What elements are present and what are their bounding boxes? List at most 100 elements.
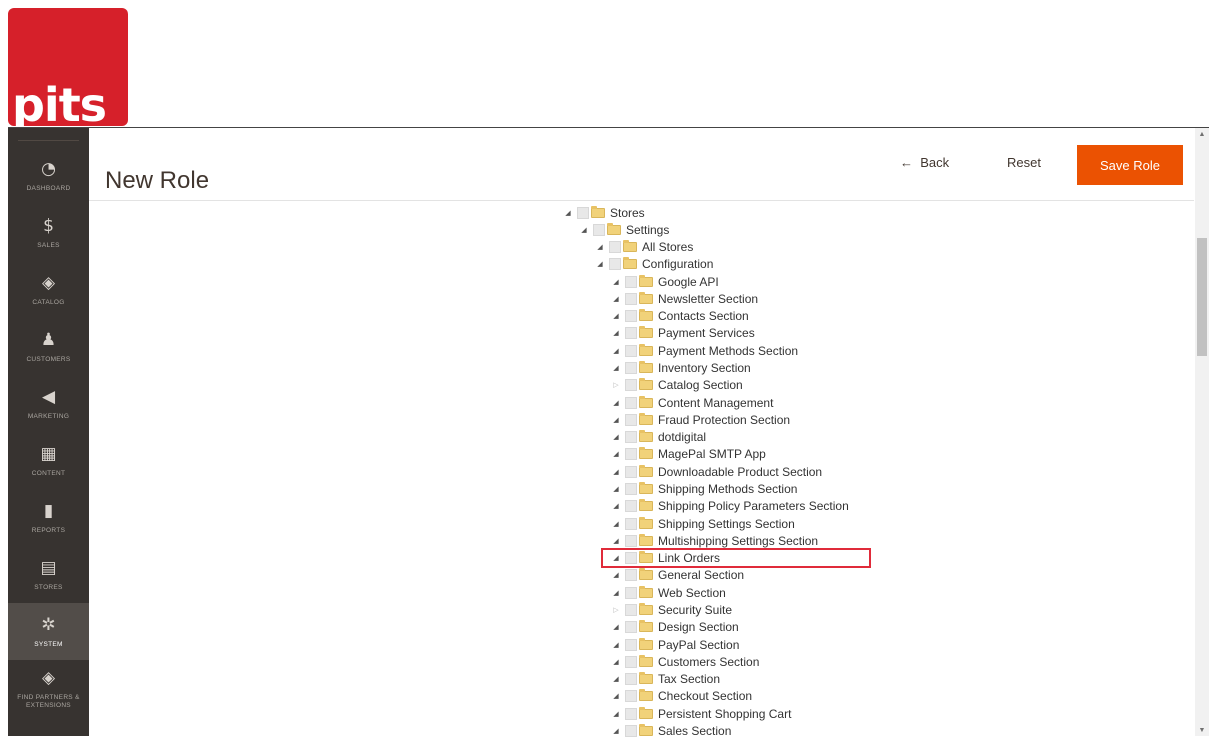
scroll-thumb[interactable] xyxy=(1197,238,1207,356)
sidebar-item-catalog[interactable]: ◈ Catalog xyxy=(8,261,89,318)
expanded-arrow-icon[interactable]: ◢ xyxy=(610,329,622,337)
tree-node-label[interactable]: Content Management xyxy=(658,396,773,410)
tree-checkbox[interactable] xyxy=(609,241,621,254)
expanded-arrow-icon[interactable]: ◢ xyxy=(610,312,622,320)
expanded-arrow-icon[interactable]: ◢ xyxy=(610,675,622,683)
tree-node-label[interactable]: Tax Section xyxy=(658,672,720,686)
tree-checkbox[interactable] xyxy=(593,223,605,236)
expanded-arrow-icon[interactable]: ◢ xyxy=(610,710,622,718)
expanded-arrow-icon[interactable]: ◢ xyxy=(610,502,622,510)
tree-checkbox[interactable] xyxy=(625,586,637,599)
expanded-arrow-icon[interactable]: ◢ xyxy=(562,209,574,217)
tree-node-label[interactable]: Shipping Methods Section xyxy=(658,482,797,496)
tree-checkbox[interactable] xyxy=(625,310,637,323)
tree-checkbox[interactable] xyxy=(625,431,637,444)
sidebar-item-system[interactable]: ✲ System xyxy=(8,603,89,660)
tree-node-label[interactable]: Contacts Section xyxy=(658,309,749,323)
tree-node-label[interactable]: General Section xyxy=(658,568,744,582)
expanded-arrow-icon[interactable]: ◢ xyxy=(610,485,622,493)
tree-checkbox[interactable] xyxy=(625,534,637,547)
tree-checkbox[interactable] xyxy=(625,517,637,530)
tree-node-label[interactable]: Settings xyxy=(626,223,669,237)
expanded-arrow-icon[interactable]: ◢ xyxy=(610,571,622,579)
tree-checkbox[interactable] xyxy=(625,707,637,720)
expanded-arrow-icon[interactable]: ◢ xyxy=(610,450,622,458)
tree-checkbox[interactable] xyxy=(625,465,637,478)
tree-checkbox[interactable] xyxy=(625,500,637,513)
tree-checkbox[interactable] xyxy=(609,258,621,271)
tree-node-label[interactable]: Catalog Section xyxy=(658,378,743,392)
tree-node-label[interactable]: Security Suite xyxy=(658,603,732,617)
tree-node-label[interactable]: Google API xyxy=(658,275,719,289)
tree-checkbox[interactable] xyxy=(625,621,637,634)
tree-node-label[interactable]: Customers Section xyxy=(658,655,759,669)
tree-node-label[interactable]: Inventory Section xyxy=(658,361,751,375)
expanded-arrow-icon[interactable]: ◢ xyxy=(610,641,622,649)
expanded-arrow-icon[interactable]: ◢ xyxy=(610,537,622,545)
sidebar-item-marketing[interactable]: ◀ Marketing xyxy=(8,375,89,432)
tree-node-label[interactable]: Design Section xyxy=(658,620,739,634)
tree-node-label[interactable]: PayPal Section xyxy=(658,638,739,652)
expanded-arrow-icon[interactable]: ◢ xyxy=(610,468,622,476)
tree-checkbox[interactable] xyxy=(625,448,637,461)
tree-node-label[interactable]: Shipping Policy Parameters Section xyxy=(658,499,849,513)
tree-node-label[interactable]: Stores xyxy=(610,206,645,220)
tree-checkbox[interactable] xyxy=(625,638,637,651)
tree-checkbox[interactable] xyxy=(625,292,637,305)
tree-checkbox[interactable] xyxy=(625,344,637,357)
tree-checkbox[interactable] xyxy=(625,379,637,392)
tree-node-label[interactable]: Persistent Shopping Cart xyxy=(658,707,791,721)
tree-checkbox[interactable] xyxy=(625,482,637,495)
expanded-arrow-icon[interactable]: ◢ xyxy=(610,416,622,424)
tree-checkbox[interactable] xyxy=(577,206,589,219)
tree-checkbox[interactable] xyxy=(625,396,637,409)
sidebar-item-content[interactable]: ▦ Content xyxy=(8,432,89,489)
scroll-down-arrow-icon[interactable]: ▼ xyxy=(1195,724,1209,736)
expanded-arrow-icon[interactable]: ◢ xyxy=(610,364,622,372)
page-scrollbar[interactable]: ▲ ▼ xyxy=(1195,128,1209,736)
expanded-arrow-icon[interactable]: ◢ xyxy=(610,727,622,735)
tree-node-label[interactable]: Payment Methods Section xyxy=(658,344,798,358)
tree-node-label[interactable]: Shipping Settings Section xyxy=(658,517,795,531)
expanded-arrow-icon[interactable]: ◢ xyxy=(594,243,606,251)
sidebar-item-customers[interactable]: ♟ Customers xyxy=(8,318,89,375)
tree-node-label[interactable]: Checkout Section xyxy=(658,689,752,703)
expanded-arrow-icon[interactable]: ◢ xyxy=(610,658,622,666)
expanded-arrow-icon[interactable]: ◢ xyxy=(610,692,622,700)
expanded-arrow-icon[interactable]: ◢ xyxy=(578,226,590,234)
expanded-arrow-icon[interactable]: ◢ xyxy=(610,623,622,631)
reset-button[interactable]: Reset xyxy=(1007,155,1041,170)
tree-node-label[interactable]: Newsletter Section xyxy=(658,292,758,306)
tree-node-label[interactable]: Multishipping Settings Section xyxy=(658,534,818,548)
tree-node-label[interactable]: All Stores xyxy=(642,240,693,254)
sidebar-item-stores[interactable]: ▤ Stores xyxy=(8,546,89,603)
tree-checkbox[interactable] xyxy=(625,327,637,340)
expanded-arrow-icon[interactable]: ◢ xyxy=(610,433,622,441)
tree-checkbox[interactable] xyxy=(625,362,637,375)
tree-node-label[interactable]: Downloadable Product Section xyxy=(658,465,822,479)
tree-node-label[interactable]: Payment Services xyxy=(658,326,755,340)
sidebar-item-sales[interactable]: $ Sales xyxy=(8,204,89,261)
tree-checkbox[interactable] xyxy=(625,603,637,616)
sidebar-item-reports[interactable]: ▮ Reports xyxy=(8,489,89,546)
tree-checkbox[interactable] xyxy=(625,724,637,737)
expanded-arrow-icon[interactable]: ◢ xyxy=(610,295,622,303)
tree-node-label[interactable]: Fraud Protection Section xyxy=(658,413,790,427)
tree-node-label[interactable]: Configuration xyxy=(642,257,713,271)
expanded-arrow-icon[interactable]: ◢ xyxy=(610,589,622,597)
tree-checkbox[interactable] xyxy=(625,569,637,582)
expanded-arrow-icon[interactable]: ◢ xyxy=(610,347,622,355)
collapsed-arrow-icon[interactable]: ▷ xyxy=(610,606,622,614)
tree-checkbox[interactable] xyxy=(625,413,637,426)
back-button[interactable]: ← Back xyxy=(900,155,949,170)
tree-checkbox[interactable] xyxy=(625,690,637,703)
scroll-up-arrow-icon[interactable]: ▲ xyxy=(1195,128,1209,140)
tree-node-label[interactable]: dotdigital xyxy=(658,430,706,444)
expanded-arrow-icon[interactable]: ◢ xyxy=(610,520,622,528)
expanded-arrow-icon[interactable]: ◢ xyxy=(610,399,622,407)
collapsed-arrow-icon[interactable]: ▷ xyxy=(610,381,622,389)
tree-node-label[interactable]: MagePal SMTP App xyxy=(658,447,766,461)
expanded-arrow-icon[interactable]: ◢ xyxy=(594,260,606,268)
tree-checkbox[interactable] xyxy=(625,275,637,288)
save-role-button[interactable]: Save Role xyxy=(1077,145,1183,185)
